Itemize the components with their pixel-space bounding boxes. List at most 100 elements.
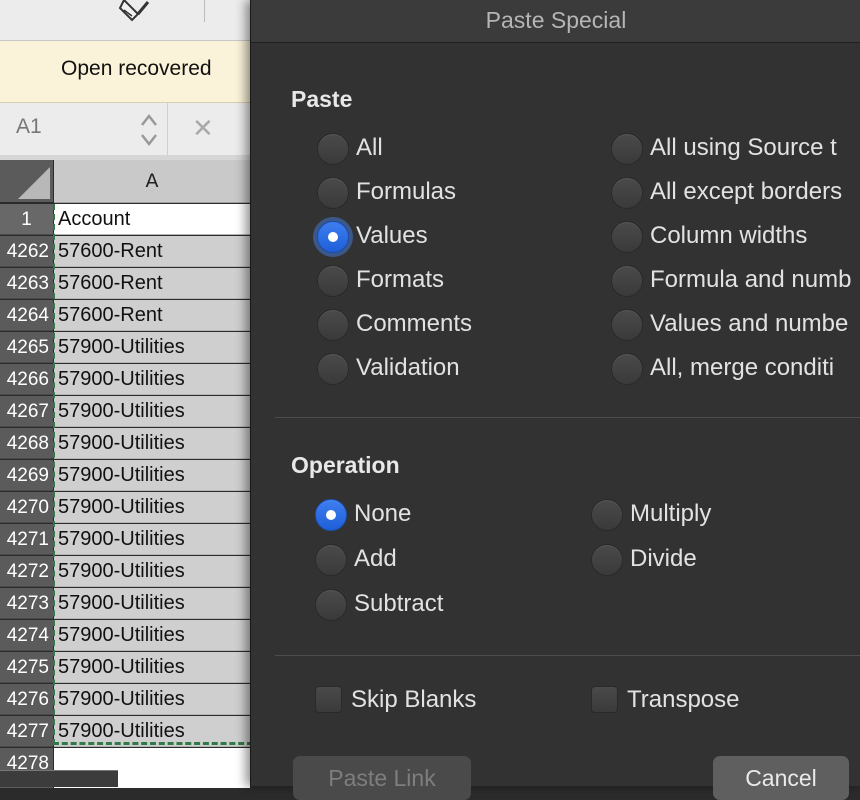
table-row[interactable]: 4269 57900-Utilities	[0, 460, 250, 492]
radio-button[interactable]	[317, 353, 349, 385]
table-row[interactable]: 4276 57900-Utilities	[0, 684, 250, 716]
row-number[interactable]: 4266	[0, 364, 53, 395]
row-number[interactable]: 4269	[0, 460, 53, 491]
row-number[interactable]: 4262	[0, 236, 53, 267]
cell[interactable]: 57900-Utilities	[54, 716, 250, 747]
radio-label: None	[354, 500, 412, 527]
format-painter-icon[interactable]	[118, 0, 152, 24]
row-number[interactable]: 4268	[0, 428, 53, 459]
row-number[interactable]: 4265	[0, 332, 53, 363]
cell[interactable]: 57900-Utilities	[54, 460, 250, 491]
cell[interactable]: 57900-Utilities	[54, 364, 250, 395]
radio-button[interactable]	[315, 589, 347, 621]
table-row[interactable]: 4262 57600-Rent	[0, 236, 250, 268]
radio-label: Divide	[630, 545, 697, 572]
table-row[interactable]: 4264 57600-Rent	[0, 300, 250, 332]
radio-label: All	[356, 134, 383, 161]
divider	[275, 417, 860, 418]
dialog-title: Paste Special	[485, 7, 627, 33]
row-number[interactable]: 4271	[0, 524, 53, 555]
radio-button[interactable]	[317, 177, 349, 209]
paste-link-button[interactable]: Paste Link	[293, 756, 471, 800]
spreadsheet-rows: 1 Account 4262 57600-Rent 4263 57600-Rent 4264…	[0, 204, 250, 748]
checkbox[interactable]	[315, 686, 342, 713]
table-row[interactable]: 4273 57900-Utilities	[0, 588, 250, 620]
table-row[interactable]: 4270 57900-Utilities	[0, 492, 250, 524]
cell[interactable]: 57900-Utilities	[54, 556, 250, 587]
radio-button[interactable]	[315, 544, 347, 576]
row-number[interactable]: 4270	[0, 492, 53, 523]
cell[interactable]: 57600-Rent	[54, 300, 250, 331]
radio-button[interactable]	[611, 353, 643, 385]
radio-label: Formats	[356, 266, 445, 293]
select-all-corner[interactable]	[0, 160, 53, 202]
table-row[interactable]: 4271 57900-Utilities	[0, 524, 250, 556]
cell[interactable]: 57600-Rent	[54, 268, 250, 299]
row-number[interactable]: 4264	[0, 300, 53, 331]
cell[interactable]: 57900-Utilities	[54, 428, 250, 459]
row-number[interactable]: 1	[0, 204, 53, 235]
radio-label: Subtract	[354, 590, 444, 617]
radio-button[interactable]	[591, 544, 623, 576]
table-row[interactable]: 4272 57900-Utilities	[0, 556, 250, 588]
cell[interactable]: 57900-Utilities	[54, 332, 250, 363]
table-row[interactable]: 4274 57900-Utilities	[0, 620, 250, 652]
radio-label: Values and numbe	[650, 310, 849, 337]
name-box-stepper-icon[interactable]	[140, 111, 158, 149]
radio-button[interactable]	[611, 265, 643, 297]
row-number[interactable]: 4274	[0, 620, 53, 651]
table-row[interactable]: 4265 57900-Utilities	[0, 332, 250, 364]
radio-label: All using Source t	[650, 134, 837, 161]
table-row[interactable]: 4277 57900-Utilities	[0, 716, 250, 748]
column-header-label: A	[145, 170, 159, 192]
row-number[interactable]: 4275	[0, 652, 53, 683]
radio-label: All except borders	[650, 178, 843, 205]
radio-button[interactable]	[611, 133, 643, 165]
row-number[interactable]: 4267	[0, 396, 53, 427]
cancel-edit-icon[interactable]: ✕	[192, 114, 214, 144]
cancel-button[interactable]: Cancel	[713, 756, 849, 800]
table-row[interactable]: 4266 57900-Utilities	[0, 364, 250, 396]
dialog-titlebar[interactable]: Paste Special	[251, 0, 860, 43]
cell[interactable]: 57900-Utilities	[54, 588, 250, 619]
table-row[interactable]: 1 Account	[0, 204, 250, 236]
checkbox[interactable]	[591, 686, 618, 713]
radio-button[interactable]	[317, 221, 349, 253]
row-number[interactable]: 4272	[0, 556, 53, 587]
skip-blanks-label: Skip Blanks	[351, 686, 477, 713]
column-header-a[interactable]: A	[54, 160, 250, 203]
radio-button[interactable]	[315, 499, 347, 531]
paste-special-dialog: Paste Special Paste All Formulas Values For…	[250, 0, 860, 800]
radio-button[interactable]	[317, 309, 349, 341]
radio-button[interactable]	[611, 309, 643, 341]
table-row[interactable]: 4267 57900-Utilities	[0, 396, 250, 428]
row-number[interactable]: 4276	[0, 684, 53, 715]
formula-bar: A1 ✕	[0, 103, 250, 155]
table-row[interactable]: 4275 57900-Utilities	[0, 652, 250, 684]
cell[interactable]: 57900-Utilities	[54, 396, 250, 427]
radio-button[interactable]	[317, 265, 349, 297]
row-number[interactable]: 4277	[0, 716, 53, 747]
row-number[interactable]: 4263	[0, 268, 53, 299]
name-box[interactable]: A1	[16, 115, 42, 139]
sheet-tab-area[interactable]	[0, 770, 118, 787]
table-row[interactable]: 4268 57900-Utilities	[0, 428, 250, 460]
toolbar-divider	[204, 0, 205, 22]
table-row[interactable]: 4263 57600-Rent	[0, 268, 250, 300]
radio-button[interactable]	[611, 177, 643, 209]
radio-button[interactable]	[591, 499, 623, 531]
recovery-infobar: Open recovered	[0, 41, 250, 103]
infobar-message[interactable]: Open recovered	[61, 57, 212, 81]
cell[interactable]: Account	[54, 204, 250, 235]
formula-bar-separator	[167, 103, 168, 155]
radio-button[interactable]	[317, 133, 349, 165]
cell[interactable]: 57900-Utilities	[54, 620, 250, 651]
transpose-label: Transpose	[627, 686, 740, 713]
row-number[interactable]: 4273	[0, 588, 53, 619]
cell[interactable]: 57900-Utilities	[54, 492, 250, 523]
cell[interactable]: 57600-Rent	[54, 236, 250, 267]
cell[interactable]: 57900-Utilities	[54, 684, 250, 715]
radio-button[interactable]	[611, 221, 643, 253]
cell[interactable]: 57900-Utilities	[54, 652, 250, 683]
cell[interactable]: 57900-Utilities	[54, 524, 250, 555]
